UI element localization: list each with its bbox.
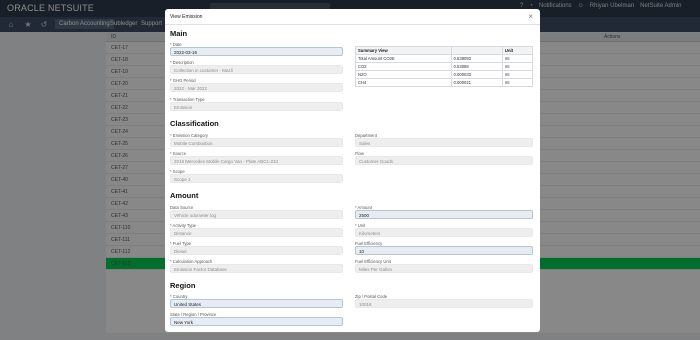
calculation-approach-field[interactable]: Emission Factor Database: [170, 264, 343, 273]
summary-name: CH4: [355, 78, 452, 87]
country-field[interactable]: United States: [170, 299, 343, 308]
modal-title: View Emission: [170, 14, 203, 20]
fuel-efficiency-field[interactable]: 10: [355, 246, 533, 255]
summary-name: CO2: [355, 62, 452, 71]
emission-category-field[interactable]: Mobile Combustion: [170, 138, 343, 147]
summary-value: 0.000033: [450, 70, 503, 79]
section-amount: Amount: [170, 191, 199, 200]
summary-name: N2O: [355, 70, 452, 79]
date-field[interactable]: 2022-03-16: [170, 47, 343, 56]
summary-row: Total Amount CO2E 0.539093 mt: [355, 54, 534, 63]
view-emission-modal: View Emission × Main * Date 2022-03-16 *…: [165, 9, 540, 332]
fuel-type-field[interactable]: Diesel: [170, 246, 343, 255]
summary-table: Summary View Unit Total Amount CO2E 0.53…: [355, 46, 534, 87]
ghg-period-field[interactable]: 2022 - Mar 2022: [170, 83, 343, 92]
section-main: Main: [170, 29, 188, 38]
state-field[interactable]: New York: [170, 317, 343, 326]
fuel-efficiency-unit-field[interactable]: Miles Per Gallon: [355, 264, 533, 273]
summary-unit: mt: [501, 62, 534, 71]
source-field[interactable]: 2019 Mercedes Mobile Cargo Van - Plate A…: [170, 156, 343, 165]
unit-field[interactable]: Kilometers: [355, 228, 533, 237]
summary-name: Total Amount CO2E: [355, 54, 452, 63]
summary-value: 0.000021: [450, 78, 503, 87]
summary-header-unit: Unit: [501, 46, 534, 55]
transaction-type-field[interactable]: Emission: [170, 102, 343, 111]
modal-header: View Emission ×: [165, 9, 540, 25]
app-background: ORACLE NETSUITE ? ◔ Notifications ☺ Rhiy…: [0, 0, 700, 340]
summary-row: N2O 0.000033 mt: [355, 70, 534, 79]
summary-unit: mt: [501, 54, 534, 63]
summary-row: CO2 0.53088 mt: [355, 62, 534, 71]
summary-header-name: Summary View: [355, 46, 452, 55]
department-field[interactable]: Sales: [355, 138, 533, 147]
section-classification: Classification: [170, 119, 219, 128]
summary-value: 0.539093: [450, 54, 503, 63]
summary-header-value: [450, 46, 503, 55]
scope-field[interactable]: Scope 1: [170, 174, 343, 183]
data-source-field[interactable]: Vehicle odometer log: [170, 210, 343, 219]
summary-unit: mt: [501, 70, 534, 79]
summary-row: CH4 0.000021 mt: [355, 78, 534, 87]
description-field[interactable]: Collection in customer - Mazli: [170, 65, 343, 74]
activity-type-field[interactable]: Distance: [170, 228, 343, 237]
flow-field[interactable]: Customer Goods: [355, 156, 533, 165]
close-icon[interactable]: ×: [528, 13, 533, 21]
summary-unit: mt: [501, 78, 534, 87]
summary-value: 0.53088: [450, 62, 503, 71]
summary-header-row: Summary View Unit: [355, 46, 534, 55]
section-region: Region: [170, 281, 196, 290]
amount-field[interactable]: 2500: [355, 210, 533, 219]
zip-field[interactable]: 10016: [355, 299, 533, 308]
